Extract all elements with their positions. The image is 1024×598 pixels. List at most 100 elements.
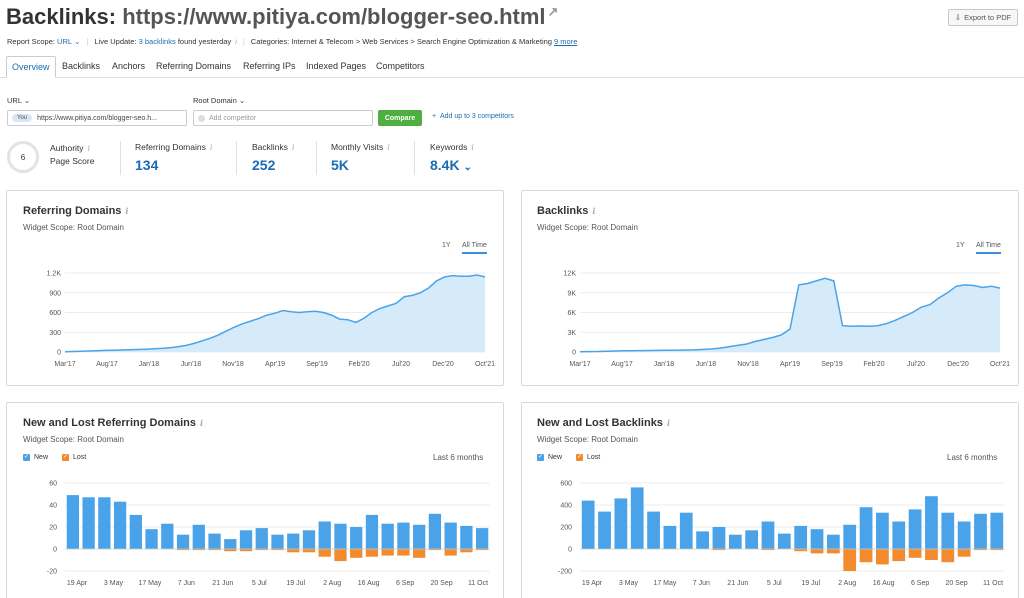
- y-tick-label: 0: [53, 547, 57, 554]
- tab-anchors[interactable]: Anchors: [107, 56, 150, 78]
- bar-new: [239, 530, 253, 549]
- url-type-dropdown[interactable]: URL ⌄: [7, 96, 30, 105]
- new-lost-referring-domains-chart: -20 0 20 40 60 19 Apr 3 May 17 May 7 Jun 21 Jun 5 …: [47, 481, 490, 587]
- page-title: Backlinks: https://www.pitiya.com/blogge…: [6, 4, 558, 30]
- bar-lost: [460, 549, 473, 553]
- bar-lost: [810, 549, 824, 554]
- bar-new: [224, 539, 237, 549]
- bar-new: [350, 527, 363, 549]
- area-fill: [580, 278, 1000, 352]
- y-tick-label: 20: [49, 525, 57, 532]
- x-tick-label: 21 Jun: [727, 580, 748, 587]
- bar-lost: [397, 549, 410, 556]
- title-prefix: Backlinks:: [6, 4, 117, 29]
- tab-indexed-pages[interactable]: Indexed Pages: [301, 56, 371, 78]
- compare-button[interactable]: Compare: [378, 110, 422, 126]
- bar-lost: [334, 549, 347, 562]
- bar-lost: [302, 549, 316, 553]
- external-link-icon[interactable]: ↗: [548, 4, 559, 20]
- live-update-label: Live Update:: [94, 37, 137, 46]
- info-icon[interactable]: i: [235, 37, 237, 46]
- bar-new: [728, 534, 742, 549]
- x-tick-label: Apr'19: [265, 361, 285, 368]
- info-icon: i: [87, 144, 91, 153]
- tab-overview[interactable]: Overview: [6, 56, 56, 78]
- chevron-down-icon[interactable]: ⌄: [72, 37, 80, 46]
- tab-competitors[interactable]: Competitors: [371, 56, 430, 78]
- x-tick-label: 19 Jul: [286, 580, 305, 587]
- tab-referring-domains[interactable]: Referring Domains: [151, 56, 236, 78]
- x-tick-label: Aug'17: [611, 361, 633, 368]
- root-domain-dropdown[interactable]: Root Domain ⌄: [193, 96, 245, 105]
- x-tick-label: 6 Sep: [396, 580, 414, 587]
- x-tick-label: Nov'18: [737, 361, 759, 368]
- bar-lost: [287, 549, 300, 553]
- bar-new: [712, 527, 726, 549]
- bar-new: [630, 487, 644, 549]
- report-scope-label: Report Scope:: [7, 37, 55, 46]
- bar-new: [745, 530, 759, 549]
- info-icon: i: [291, 143, 295, 152]
- categories-more-link[interactable]: 9 more: [554, 37, 577, 46]
- tab-backlinks[interactable]: Backlinks: [57, 56, 105, 78]
- export-pdf-button[interactable]: ⇩ Export to PDF: [948, 9, 1018, 26]
- bar-new: [365, 514, 379, 549]
- x-tick-label: Feb'20: [863, 361, 884, 368]
- bar-new: [271, 534, 284, 549]
- backlinks-value[interactable]: 252: [252, 157, 275, 173]
- keywords-label: Keywords i: [430, 142, 474, 152]
- y-tick-label: 300: [49, 330, 61, 337]
- add-competitors-link[interactable]: + Add up to 3 competitors: [432, 113, 514, 120]
- x-tick-label: Apr'19: [780, 361, 800, 368]
- bar-lost: [318, 549, 331, 557]
- target-url-field[interactable]: You https://www.pitiya.com/blogger-seo.h…: [7, 110, 187, 126]
- backlinks-chart: 0 3K 6K 9K 12K Mar'17 Aug'17 Jan'18 Jun'18 Nov'18…: [564, 271, 1011, 369]
- bar-new: [318, 521, 331, 549]
- keywords-value[interactable]: 8.4K ⌄: [430, 157, 472, 173]
- chevron-down-icon: ⌄: [238, 96, 246, 105]
- x-tick-label: Dec'20: [947, 361, 969, 368]
- bar-new: [777, 533, 791, 549]
- live-update-suffix: found yesterday: [177, 37, 232, 46]
- y-tick-label: 60: [49, 481, 57, 488]
- bar-new: [614, 498, 628, 549]
- x-tick-label: 5 Jul: [252, 580, 267, 587]
- plus-icon: +: [432, 113, 437, 120]
- bar-new: [696, 531, 709, 549]
- bar-lost: [876, 549, 889, 565]
- bar-new: [647, 511, 660, 549]
- monthly-visits-value[interactable]: 5K: [331, 157, 349, 173]
- backlinks-label: Backlinks i: [252, 142, 295, 152]
- x-tick-label: 6 Sep: [911, 580, 929, 587]
- categories-label: Categories:: [250, 37, 290, 46]
- you-badge: You: [12, 114, 33, 122]
- x-tick-label: 20 Sep: [945, 580, 967, 587]
- competitor-placeholder: Add competitor: [209, 114, 257, 122]
- bar-lost: [892, 549, 906, 562]
- x-tick-label: 11 Oct: [468, 580, 488, 587]
- chevron-down-icon: ⌄: [463, 162, 472, 173]
- bar-new: [663, 525, 677, 549]
- tab-referring-ips[interactable]: Referring IPs: [238, 56, 301, 78]
- title-url[interactable]: https://www.pitiya.com/blogger-seo.html: [122, 4, 545, 29]
- authority-label: Authority i Page Score: [50, 143, 95, 166]
- x-tick-label: Jul'20: [907, 361, 925, 368]
- x-tick-label: 17 May: [653, 580, 676, 587]
- bar-new: [334, 523, 347, 549]
- live-update-link[interactable]: 3 backlinks: [139, 37, 176, 46]
- y-tick-label: 0: [568, 547, 572, 554]
- bar-lost: [413, 549, 426, 558]
- referring-domains-value[interactable]: 134: [135, 157, 158, 173]
- bar-lost: [941, 549, 955, 563]
- bar-lost: [925, 549, 938, 560]
- report-scope-dropdown[interactable]: URL: [57, 37, 72, 46]
- bar-new: [82, 497, 95, 549]
- y-tick-label: 1.2K: [47, 271, 62, 278]
- bar-lost: [350, 549, 363, 558]
- y-tick-label: 600: [49, 310, 61, 317]
- competitor-input[interactable]: Add competitor: [193, 110, 373, 126]
- x-tick-label: Nov'18: [222, 361, 244, 368]
- bar-new: [302, 530, 316, 549]
- bar-new: [287, 533, 300, 549]
- bar-new: [444, 522, 457, 549]
